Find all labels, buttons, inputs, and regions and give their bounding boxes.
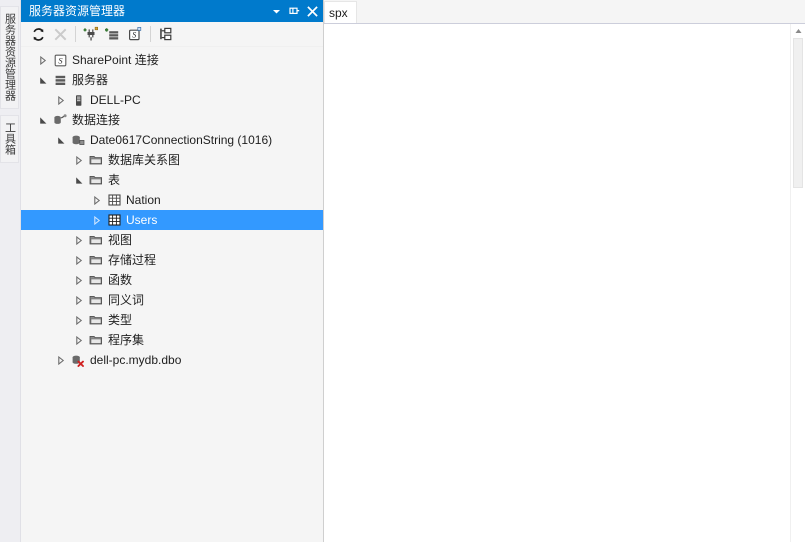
folder-icon bbox=[87, 314, 105, 326]
tree-node-sharepoint-connections[interactable]: S SharePoint 连接 bbox=[21, 50, 323, 70]
expander-expanded-icon[interactable] bbox=[35, 76, 51, 85]
vtab-server-explorer[interactable]: 服务器资源管理器 bbox=[0, 6, 19, 109]
expander-collapsed-icon[interactable] bbox=[53, 95, 69, 105]
folder-icon bbox=[87, 154, 105, 166]
properties-window-button[interactable] bbox=[155, 24, 177, 45]
connect-to-server-button[interactable] bbox=[102, 24, 124, 45]
tree-node-label: Date0617ConnectionString (1016) bbox=[90, 132, 273, 147]
expander-collapsed-icon[interactable] bbox=[71, 235, 87, 245]
vtab-toolbox-label: 工具箱 bbox=[3, 122, 16, 155]
expander-collapsed-icon[interactable] bbox=[89, 195, 105, 205]
tree-node-label: 程序集 bbox=[108, 332, 145, 347]
auto-hide-pin-button[interactable] bbox=[285, 2, 303, 20]
expander-collapsed-icon[interactable] bbox=[71, 295, 87, 305]
expander-collapsed-icon[interactable] bbox=[71, 315, 87, 325]
auto-hide-tab-strip: 服务器资源管理器 工具箱 bbox=[0, 0, 21, 542]
table-icon bbox=[105, 194, 123, 206]
stop-button bbox=[49, 24, 71, 45]
tree-node-label: Users bbox=[126, 212, 158, 227]
tree-node-label: DELL-PC bbox=[90, 92, 141, 107]
document-area: spx Users 属性 bbox=[324, 0, 805, 542]
tree-node-connection-string[interactable]: Date0617ConnectionString (1016) bbox=[21, 130, 323, 150]
folder-icon bbox=[87, 254, 105, 266]
tree-node-label: 类型 bbox=[108, 312, 133, 327]
canvas-vertical-scrollbar[interactable] bbox=[790, 24, 805, 542]
doc-tab-label: spx bbox=[329, 6, 348, 20]
tree-node-label: Nation bbox=[126, 192, 161, 207]
tree-node-types[interactable]: 类型 bbox=[21, 310, 323, 330]
vtab-toolbox[interactable]: 工具箱 bbox=[0, 115, 19, 163]
toolbar-separator-2 bbox=[150, 26, 151, 42]
folder-icon bbox=[87, 174, 105, 186]
expander-expanded-icon[interactable] bbox=[53, 136, 69, 145]
close-window-button[interactable] bbox=[303, 2, 321, 20]
sharepoint-icon: S bbox=[51, 54, 69, 67]
server-explorer-tool-window: 服务器资源管理器 S S SharePoint 连接 服务器 DELL-PC 数… bbox=[21, 0, 324, 542]
expander-collapsed-icon[interactable] bbox=[89, 215, 105, 225]
tree-node-label: 存储过程 bbox=[108, 252, 157, 267]
tree-node-assemblies[interactable]: 程序集 bbox=[21, 330, 323, 350]
tree-node-table-users[interactable]: Users bbox=[21, 210, 323, 230]
tree-node-database-offline[interactable]: dell-pc.mydb.dbo bbox=[21, 350, 323, 370]
tree-node-label: 同义词 bbox=[108, 292, 145, 307]
tree-node-label: 服务器 bbox=[72, 72, 109, 87]
toolbar-separator bbox=[75, 26, 76, 42]
window-dropdown-button[interactable] bbox=[267, 2, 285, 20]
tree-node-label: 数据连接 bbox=[72, 112, 121, 127]
data-connections-icon bbox=[51, 113, 69, 127]
scroll-up-arrow-icon[interactable] bbox=[791, 24, 805, 38]
database-connection-icon bbox=[69, 134, 87, 147]
model-designer-canvas[interactable]: Users 属性 bbox=[324, 24, 805, 542]
visual-studio-window: 服务器资源管理器 工具箱 服务器资源管理器 S S SharePoint 连接 … bbox=[0, 0, 805, 542]
expander-collapsed-icon[interactable] bbox=[71, 335, 87, 345]
folder-icon bbox=[87, 294, 105, 306]
doc-tab-aspx[interactable]: spx bbox=[324, 1, 357, 24]
svg-text:S: S bbox=[132, 30, 136, 39]
tree-node-label: 表 bbox=[108, 172, 121, 187]
expander-collapsed-icon[interactable] bbox=[71, 155, 87, 165]
expander-collapsed-icon[interactable] bbox=[35, 55, 51, 65]
tree-node-synonyms[interactable]: 同义词 bbox=[21, 290, 323, 310]
vtab-server-explorer-label: 服务器资源管理器 bbox=[3, 13, 16, 101]
folder-icon bbox=[87, 274, 105, 286]
expander-collapsed-icon[interactable] bbox=[71, 275, 87, 285]
tree-node-table-nation[interactable]: Nation bbox=[21, 190, 323, 210]
expander-collapsed-icon[interactable] bbox=[71, 255, 87, 265]
tool-window-titlebar[interactable]: 服务器资源管理器 bbox=[21, 0, 323, 22]
expander-expanded-icon[interactable] bbox=[35, 116, 51, 125]
tree-node-label: 数据库关系图 bbox=[108, 152, 181, 167]
tree-node-stored-procedures[interactable]: 存储过程 bbox=[21, 250, 323, 270]
tree-node-label: dell-pc.mydb.dbo bbox=[90, 352, 182, 367]
table-icon bbox=[105, 214, 123, 226]
tree-node-database-diagrams[interactable]: 数据库关系图 bbox=[21, 150, 323, 170]
tree-node-servers[interactable]: 服务器 bbox=[21, 70, 323, 90]
scrollbar-thumb[interactable] bbox=[793, 38, 803, 188]
tree-node-views[interactable]: 视图 bbox=[21, 230, 323, 250]
server-machine-icon bbox=[69, 94, 87, 107]
tree-node-data-connections[interactable]: 数据连接 bbox=[21, 110, 323, 130]
server-explorer-toolbar: S bbox=[21, 22, 323, 47]
folder-icon bbox=[87, 234, 105, 246]
server-explorer-tree[interactable]: S SharePoint 连接 服务器 DELL-PC 数据连接 Date061… bbox=[21, 47, 323, 542]
connect-to-database-button[interactable] bbox=[80, 24, 102, 45]
document-tab-strip: spx bbox=[324, 0, 805, 24]
tree-node-tables[interactable]: 表 bbox=[21, 170, 323, 190]
servers-icon bbox=[51, 74, 69, 87]
expander-expanded-icon[interactable] bbox=[71, 176, 87, 185]
tree-node-label: SharePoint 连接 bbox=[72, 52, 159, 67]
tree-node-label: 函数 bbox=[108, 272, 133, 287]
refresh-button[interactable] bbox=[27, 24, 49, 45]
database-offline-icon bbox=[69, 354, 87, 367]
add-sharepoint-connection-button[interactable]: S bbox=[124, 24, 146, 45]
folder-icon bbox=[87, 334, 105, 346]
tree-node-dell-pc[interactable]: DELL-PC bbox=[21, 90, 323, 110]
expander-collapsed-icon[interactable] bbox=[53, 355, 69, 365]
tool-window-title: 服务器资源管理器 bbox=[29, 4, 126, 18]
tree-node-functions[interactable]: 函数 bbox=[21, 270, 323, 290]
tree-node-label: 视图 bbox=[108, 232, 133, 247]
